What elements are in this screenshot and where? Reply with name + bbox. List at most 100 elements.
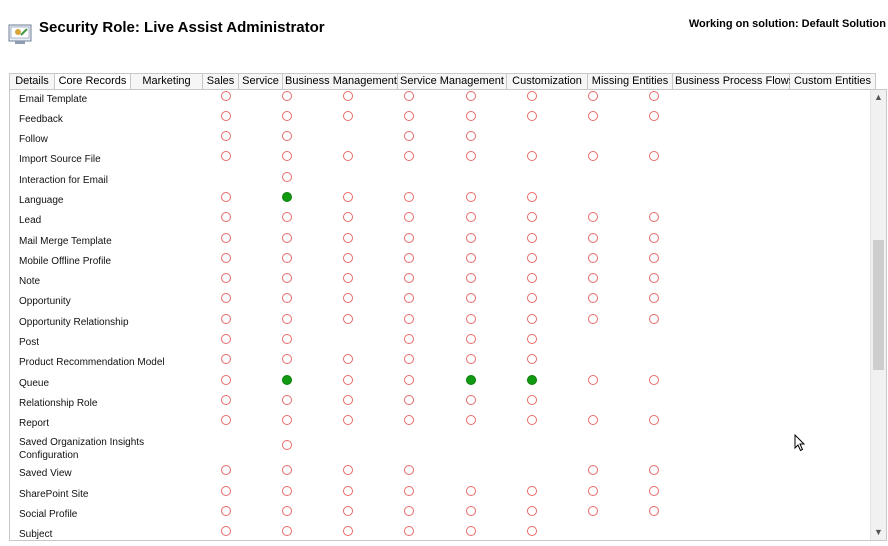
privilege-none-icon[interactable]: [527, 111, 537, 121]
tab-details[interactable]: Details: [9, 73, 55, 90]
privilege-none-icon[interactable]: [527, 354, 537, 364]
privilege-none-icon[interactable]: [282, 506, 292, 516]
privilege-none-icon[interactable]: [466, 486, 476, 496]
privilege-none-icon[interactable]: [466, 293, 476, 303]
privilege-none-icon[interactable]: [221, 465, 231, 475]
privilege-none-icon[interactable]: [404, 192, 414, 202]
tab-service-management[interactable]: Service Management: [398, 73, 507, 90]
privilege-none-icon[interactable]: [466, 334, 476, 344]
privilege-none-icon[interactable]: [588, 506, 598, 516]
privilege-none-icon[interactable]: [527, 526, 537, 536]
privilege-none-icon[interactable]: [527, 415, 537, 425]
scroll-up-icon[interactable]: ▲: [871, 90, 886, 105]
privilege-none-icon[interactable]: [527, 334, 537, 344]
privilege-none-icon[interactable]: [649, 415, 659, 425]
privilege-none-icon[interactable]: [588, 375, 598, 385]
tab-marketing[interactable]: Marketing: [131, 73, 203, 90]
privilege-none-icon[interactable]: [343, 151, 353, 161]
privilege-none-icon[interactable]: [404, 131, 414, 141]
privilege-none-icon[interactable]: [343, 273, 353, 283]
privilege-none-icon[interactable]: [649, 233, 659, 243]
privilege-none-icon[interactable]: [404, 233, 414, 243]
privilege-none-icon[interactable]: [221, 293, 231, 303]
privilege-none-icon[interactable]: [588, 486, 598, 496]
privilege-none-icon[interactable]: [466, 253, 476, 263]
privilege-none-icon[interactable]: [343, 91, 353, 101]
privilege-none-icon[interactable]: [649, 293, 659, 303]
privilege-none-icon[interactable]: [343, 253, 353, 263]
privilege-none-icon[interactable]: [588, 233, 598, 243]
privilege-none-icon[interactable]: [221, 131, 231, 141]
privilege-none-icon[interactable]: [404, 354, 414, 364]
privilege-none-icon[interactable]: [466, 354, 476, 364]
privilege-none-icon[interactable]: [282, 172, 292, 182]
privilege-none-icon[interactable]: [343, 526, 353, 536]
privilege-none-icon[interactable]: [588, 91, 598, 101]
privilege-none-icon[interactable]: [466, 91, 476, 101]
privilege-none-icon[interactable]: [221, 506, 231, 516]
privilege-none-icon[interactable]: [588, 465, 598, 475]
privilege-none-icon[interactable]: [527, 192, 537, 202]
privilege-none-icon[interactable]: [282, 91, 292, 101]
tab-custom-entities[interactable]: Custom Entities: [790, 73, 876, 90]
privilege-none-icon[interactable]: [404, 111, 414, 121]
privilege-none-icon[interactable]: [404, 526, 414, 536]
privilege-none-icon[interactable]: [649, 151, 659, 161]
privilege-none-icon[interactable]: [221, 273, 231, 283]
privilege-none-icon[interactable]: [282, 354, 292, 364]
privilege-none-icon[interactable]: [649, 91, 659, 101]
privilege-none-icon[interactable]: [527, 486, 537, 496]
privilege-none-icon[interactable]: [282, 334, 292, 344]
privilege-none-icon[interactable]: [588, 273, 598, 283]
privilege-none-icon[interactable]: [282, 253, 292, 263]
privilege-none-icon[interactable]: [221, 212, 231, 222]
privilege-none-icon[interactable]: [588, 293, 598, 303]
privilege-none-icon[interactable]: [343, 354, 353, 364]
privilege-none-icon[interactable]: [527, 293, 537, 303]
privilege-none-icon[interactable]: [221, 486, 231, 496]
privilege-none-icon[interactable]: [221, 375, 231, 385]
privilege-none-icon[interactable]: [343, 111, 353, 121]
tab-core-records[interactable]: Core Records: [55, 73, 131, 90]
privilege-none-icon[interactable]: [588, 314, 598, 324]
privilege-full-icon[interactable]: [282, 375, 292, 385]
tab-service[interactable]: Service: [239, 73, 283, 90]
privilege-none-icon[interactable]: [466, 192, 476, 202]
privilege-none-icon[interactable]: [221, 334, 231, 344]
privilege-none-icon[interactable]: [221, 395, 231, 405]
privilege-none-icon[interactable]: [404, 212, 414, 222]
privilege-none-icon[interactable]: [404, 465, 414, 475]
privilege-none-icon[interactable]: [588, 415, 598, 425]
privilege-none-icon[interactable]: [404, 91, 414, 101]
privilege-none-icon[interactable]: [282, 273, 292, 283]
privilege-none-icon[interactable]: [282, 131, 292, 141]
privilege-none-icon[interactable]: [466, 273, 476, 283]
privilege-none-icon[interactable]: [404, 314, 414, 324]
scroll-thumb[interactable]: [873, 240, 884, 370]
privilege-none-icon[interactable]: [466, 395, 476, 405]
privilege-none-icon[interactable]: [343, 395, 353, 405]
privilege-none-icon[interactable]: [221, 253, 231, 263]
privilege-none-icon[interactable]: [221, 91, 231, 101]
privilege-none-icon[interactable]: [649, 273, 659, 283]
privilege-none-icon[interactable]: [527, 253, 537, 263]
privilege-none-icon[interactable]: [343, 192, 353, 202]
privilege-full-icon[interactable]: [466, 375, 476, 385]
privilege-none-icon[interactable]: [466, 506, 476, 516]
privilege-none-icon[interactable]: [527, 395, 537, 405]
privilege-none-icon[interactable]: [527, 314, 537, 324]
privilege-none-icon[interactable]: [649, 314, 659, 324]
privilege-none-icon[interactable]: [343, 375, 353, 385]
privilege-none-icon[interactable]: [343, 465, 353, 475]
privilege-none-icon[interactable]: [282, 151, 292, 161]
privilege-none-icon[interactable]: [404, 506, 414, 516]
privilege-none-icon[interactable]: [343, 233, 353, 243]
privilege-none-icon[interactable]: [466, 131, 476, 141]
privilege-none-icon[interactable]: [527, 233, 537, 243]
privilege-none-icon[interactable]: [343, 415, 353, 425]
tab-business-management[interactable]: Business Management: [283, 73, 398, 90]
privilege-none-icon[interactable]: [282, 293, 292, 303]
privilege-none-icon[interactable]: [466, 415, 476, 425]
privilege-none-icon[interactable]: [343, 486, 353, 496]
privilege-none-icon[interactable]: [527, 151, 537, 161]
